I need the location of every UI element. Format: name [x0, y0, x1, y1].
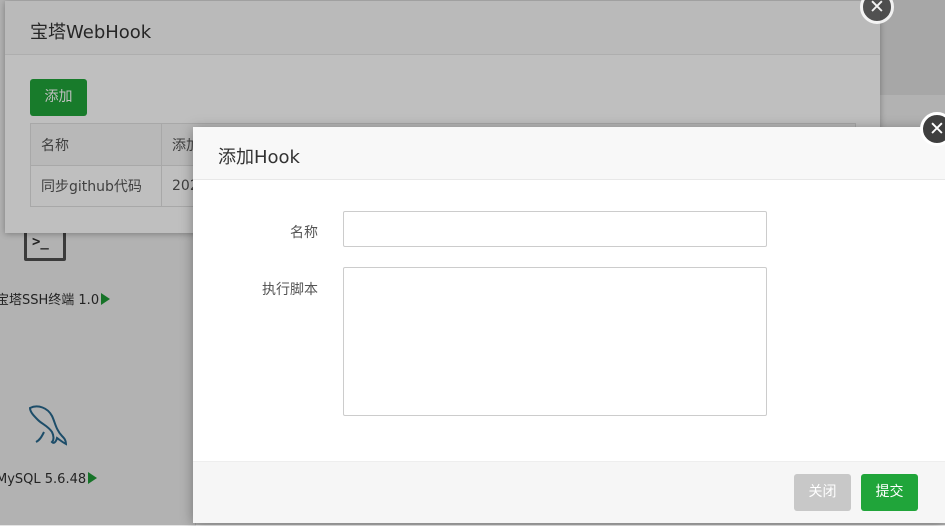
- script-textarea[interactable]: [343, 267, 767, 416]
- webhook-dialog-header: 宝塔WebHook: [5, 1, 880, 55]
- add-hook-dialog-title: 添加Hook: [218, 147, 300, 168]
- table-cell-name: 同步github代码: [30, 165, 162, 207]
- submit-button[interactable]: 提交: [861, 474, 918, 511]
- add-hook-dialog-footer: 关闭 提交: [193, 461, 945, 523]
- name-label: 名称: [290, 225, 318, 241]
- script-label: 执行脚本: [262, 282, 318, 298]
- add-webhook-button[interactable]: 添加: [30, 79, 87, 116]
- name-input[interactable]: [343, 211, 767, 247]
- add-hook-dialog: 添加Hook 名称 执行脚本 关闭 提交: [193, 127, 945, 523]
- webhook-dialog-title: 宝塔WebHook: [30, 22, 152, 43]
- close-button[interactable]: 关闭: [794, 474, 851, 511]
- column-header-name: 名称: [30, 123, 162, 166]
- add-hook-dialog-header: 添加Hook: [193, 127, 945, 180]
